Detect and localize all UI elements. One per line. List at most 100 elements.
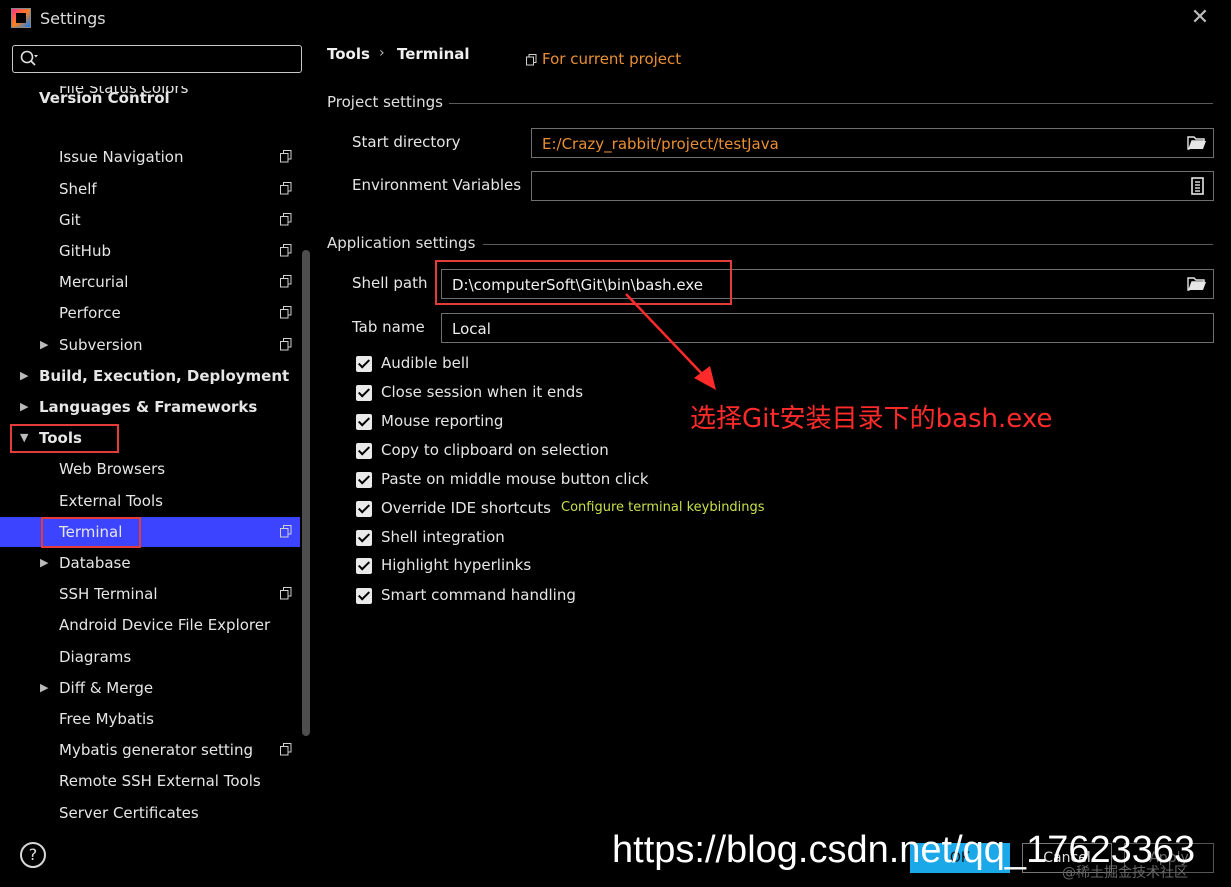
- sidebar-item-label: Diagrams: [59, 647, 132, 666]
- collapsed-arrow-icon[interactable]: ▶: [40, 548, 48, 578]
- sidebar-item-android-device-file-explorer[interactable]: Android Device File Explorer: [0, 610, 300, 640]
- help-button[interactable]: ?: [20, 842, 46, 868]
- sidebar-item-subversion[interactable]: ▶ Subversion: [0, 330, 300, 360]
- start-directory-field[interactable]: [531, 128, 1214, 158]
- collapsed-arrow-icon[interactable]: ▶: [40, 673, 48, 703]
- project-level-icon: [280, 587, 292, 600]
- sidebar-item-mybatis-generator-setting[interactable]: Mybatis generator setting: [0, 735, 300, 765]
- project-level-icon: [280, 212, 292, 226]
- checkbox-checked-icon[interactable]: [356, 385, 372, 401]
- sidebar-item-build-execution-deployment[interactable]: ▶ Build, Execution, Deployment: [0, 361, 300, 391]
- checkbox-label: Close session when it ends: [381, 383, 584, 401]
- env-vars-input[interactable]: [540, 175, 1144, 199]
- annotation-arrow: [625, 293, 716, 390]
- project-level-icon: [280, 337, 292, 351]
- sidebar-item-label: Subversion: [59, 335, 143, 354]
- tab-name-input[interactable]: [450, 317, 1054, 341]
- breadcrumb-separator: ›: [379, 45, 385, 61]
- annotation-text: 选择Git安装目录下的bash.exe: [690, 404, 1053, 434]
- sidebar-item-issue-navigation[interactable]: Issue Navigation: [0, 142, 300, 172]
- sidebar-item-label: Build, Execution, Deployment: [39, 366, 290, 385]
- collapsed-arrow-icon[interactable]: ▶: [40, 330, 48, 360]
- sidebar-item-file-status-colors[interactable]: File Status Colors: [0, 86, 300, 100]
- sidebar-item-label: Android Device File Explorer: [59, 616, 271, 635]
- project-level-icon: [280, 743, 292, 756]
- sidebar-item-web-browsers[interactable]: Web Browsers: [0, 454, 300, 484]
- checkbox-label: Copy to clipboard on selection: [381, 441, 609, 459]
- project-level-icon: [280, 275, 292, 288]
- checkbox-checked-icon[interactable]: [356, 558, 372, 574]
- close-icon[interactable]: ✕: [1186, 4, 1214, 32]
- sidebar-item-external-tools[interactable]: External Tools: [0, 486, 300, 516]
- checkbox-label: Mouse reporting: [381, 412, 504, 430]
- folder-icon[interactable]: [1187, 275, 1207, 293]
- window-title: Settings: [40, 9, 106, 28]
- collapsed-arrow-icon[interactable]: ▶: [20, 392, 28, 422]
- sidebar-item-languages-frameworks[interactable]: ▶ Languages & Frameworks: [0, 392, 300, 422]
- sidebar-item-label: Git: [59, 210, 81, 229]
- sidebar-item-label: Remote SSH External Tools: [59, 772, 261, 791]
- edit-list-icon[interactable]: [1187, 177, 1207, 195]
- search-input[interactable]: [43, 48, 297, 72]
- start-directory-input[interactable]: [540, 132, 1144, 156]
- search-box[interactable]: [12, 45, 302, 73]
- tab-name-field[interactable]: [441, 313, 1214, 343]
- sidebar-item-label: Server Certificates: [59, 803, 199, 822]
- sidebar-item-label: Diff & Merge: [59, 678, 154, 697]
- project-level-icon: [280, 150, 292, 163]
- tools-highlight-box: [10, 424, 119, 454]
- project-level-icon: [280, 244, 292, 257]
- sidebar-item-label: Mybatis generator setting: [59, 741, 254, 760]
- configure-keybindings-link[interactable]: Configure terminal keybindings: [561, 500, 765, 515]
- checkbox-checked-icon[interactable]: [356, 443, 372, 459]
- title-bar: Settings ✕: [0, 0, 1231, 38]
- sidebar-item-label: External Tools: [59, 491, 163, 510]
- sidebar-item-mercurial[interactable]: Mercurial: [0, 267, 300, 297]
- sidebar-item-diff-merge[interactable]: ▶ Diff & Merge: [0, 673, 300, 703]
- checkbox-checked-icon[interactable]: [356, 414, 372, 430]
- sidebar-item-git[interactable]: Git: [0, 205, 300, 235]
- sidebar-item-label: Web Browsers: [59, 460, 166, 479]
- checkbox-label: Override IDE shortcuts: [381, 499, 551, 517]
- intellij-app-icon: [11, 8, 31, 28]
- sidebar-item-database[interactable]: ▶ Database: [0, 548, 300, 578]
- project-scope-icon: [526, 54, 537, 66]
- checkbox-label: Paste on middle mouse button click: [381, 470, 649, 488]
- checkbox-checked-icon[interactable]: [356, 472, 372, 488]
- search-icon: [20, 50, 38, 66]
- sidebar-item-label: GitHub: [59, 242, 111, 260]
- sidebar-item-remote-ssh-external-tools[interactable]: Remote SSH External Tools: [0, 766, 300, 796]
- sidebar-item-github[interactable]: GitHub: [0, 236, 300, 266]
- sidebar-scrollbar[interactable]: [302, 250, 310, 736]
- sidebar-item-perforce[interactable]: Perforce: [0, 298, 300, 328]
- shell-path-label: Shell path: [352, 274, 428, 292]
- scope-label: For current project: [542, 50, 682, 68]
- checkbox-label: Smart command handling: [381, 586, 576, 604]
- start-directory-label: Start directory: [352, 133, 461, 151]
- terminal-highlight-box: [41, 516, 141, 548]
- sidebar-item-server-certificates[interactable]: Server Certificates: [0, 798, 300, 827]
- env-vars-field[interactable]: [531, 171, 1214, 201]
- checkbox-checked-icon[interactable]: [356, 356, 372, 372]
- sidebar-item-label: Free Mybatis: [59, 710, 154, 728]
- checkbox-checked-icon[interactable]: [356, 530, 372, 546]
- checkbox-label: Shell integration: [381, 528, 505, 546]
- collapsed-arrow-icon[interactable]: ▶: [20, 361, 28, 391]
- breadcrumb-parent[interactable]: Tools: [327, 45, 370, 63]
- sidebar-item-diagrams[interactable]: Diagrams: [0, 642, 300, 672]
- checkbox-checked-icon[interactable]: [356, 501, 372, 517]
- sidebar-item-label: SSH Terminal: [59, 585, 158, 604]
- sidebar-item-label: Mercurial: [59, 273, 129, 292]
- folder-icon[interactable]: [1187, 134, 1207, 152]
- sidebar-item-label: Issue Navigation: [59, 148, 184, 167]
- breadcrumb-current: Terminal: [397, 45, 470, 63]
- project-level-icon: [280, 181, 292, 195]
- checkbox-checked-icon[interactable]: [356, 588, 372, 604]
- checkbox-label: Audible bell: [381, 354, 470, 372]
- settings-tree: Version Control File Status Colors Issue N…: [0, 86, 300, 827]
- sidebar-item-ssh-terminal[interactable]: SSH Terminal: [0, 579, 300, 609]
- section-divider: [483, 244, 1213, 245]
- sidebar-item-free-mybatis[interactable]: Free Mybatis: [0, 704, 300, 734]
- sidebar-item-shelf[interactable]: Shelf: [0, 174, 300, 204]
- project-level-icon: [280, 306, 292, 319]
